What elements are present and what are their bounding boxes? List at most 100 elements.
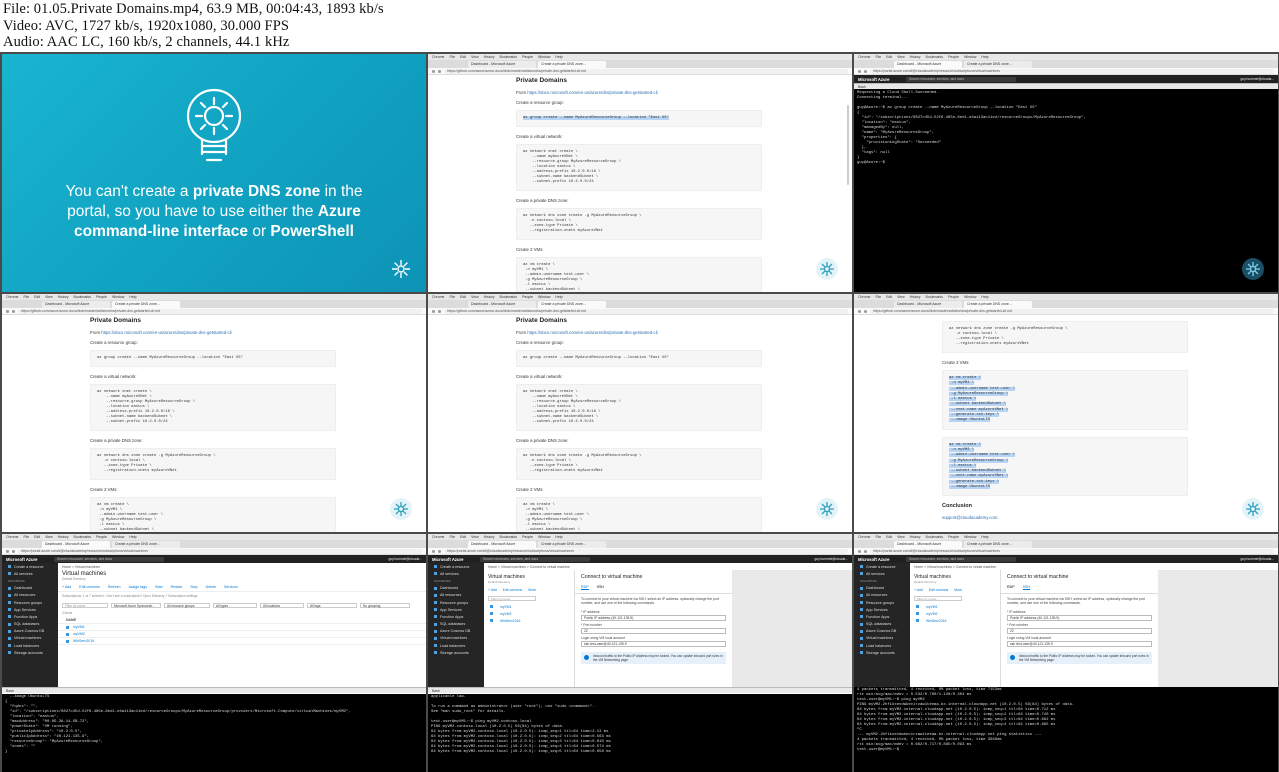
sidebar-item[interactable]: Virtual machines [854, 635, 910, 642]
browser-tab-active[interactable]: Create a private DNS zone... [538, 301, 606, 308]
sidebar-item[interactable]: All services [428, 570, 484, 577]
add-button[interactable]: + Add [914, 588, 923, 592]
add-button[interactable]: + Add [488, 588, 497, 592]
tab-rdp[interactable]: RDP [581, 585, 589, 590]
azure-search-input[interactable]: Search resources, services, and docs [906, 76, 1016, 82]
filter-subscription[interactable]: Microsoft Azure Sponsorsh... [111, 603, 161, 608]
browser-tab-active[interactable]: Dashboard - Microsoft Azure [468, 541, 536, 548]
url-input[interactable]: https://github.com/azure/azure-docs/blob… [870, 308, 1274, 314]
sidebar-item[interactable]: Function Apps [854, 613, 910, 620]
forward-icon[interactable] [438, 309, 441, 313]
sidebar-item[interactable]: Virtual machines [428, 635, 484, 642]
azure-user[interactable]: guy.hummel@clouda... [814, 557, 848, 561]
stop-button[interactable]: Stop [190, 585, 197, 589]
filter-name-input[interactable]: Filter by name... [914, 596, 962, 601]
services-button[interactable]: Services [224, 585, 238, 589]
ssh-terminal[interactable]: applicable law. To run a command as admi… [428, 694, 852, 772]
browser-tab-active[interactable]: Dashboard - Microsoft Azure [894, 541, 962, 548]
browser-tab[interactable]: Create a private DNS zone... [538, 541, 606, 548]
more-button[interactable]: More [954, 588, 962, 592]
tab-ssh[interactable]: SSH [597, 585, 604, 590]
browser-tab[interactable]: Create a private DNS zone... [964, 61, 1032, 68]
browser-tab-active[interactable]: Dashboard - Microsoft Azure [894, 61, 962, 68]
azure-brand[interactable]: Microsoft Azure [858, 557, 898, 562]
back-icon[interactable] [858, 69, 861, 73]
sidebar-item[interactable]: All services [2, 570, 58, 577]
forward-icon[interactable] [12, 309, 15, 313]
azure-search-input[interactable]: Search resources, services, and docs [54, 556, 164, 562]
url-input[interactable]: https://github.com/azure/azure-docs/blob… [444, 308, 848, 314]
cloudshell-terminal[interactable]: Requesting a Cloud Shell.Succeeded. Conn… [854, 90, 1278, 292]
list-item[interactable]: myVM1 [484, 603, 574, 610]
url-input[interactable]: https://portal.azure.com/#@cloudacademy/… [444, 548, 848, 554]
back-icon[interactable] [858, 549, 861, 553]
thumb-4-doc[interactable]: Chrome File Edit View History Bookmarks People… [2, 294, 426, 532]
browser-tab[interactable]: Create a private DNS zone... [112, 541, 180, 548]
sidebar-item[interactable]: App Services [854, 606, 910, 613]
tab-ssh[interactable]: SSH [1022, 585, 1030, 590]
sidebar-item[interactable]: Azure Cosmos DB [2, 628, 58, 635]
azure-search-input[interactable]: Search resources, services, and docs [480, 556, 590, 562]
filter-location[interactable]: All locations [260, 603, 304, 608]
sidebar-item[interactable]: Storage accounts [428, 649, 484, 656]
azure-brand[interactable]: Microsoft Azure [6, 557, 46, 562]
sidebar-item[interactable]: Virtual machines [2, 635, 58, 642]
thumb-8-connect[interactable]: Chrome File Edit View History Bookmarks People… [428, 534, 852, 772]
url-input[interactable]: https://portal.azure.com/#@cloudacademy/… [870, 68, 1274, 74]
azure-brand[interactable]: Microsoft Azure [858, 77, 898, 82]
sidebar-item[interactable]: App Services [428, 606, 484, 613]
sidebar-item[interactable]: Load balancers [854, 642, 910, 649]
thumb-7-portal-vms[interactable]: Chrome File Edit View History Bookmarks People… [2, 534, 426, 772]
forward-icon[interactable] [12, 549, 15, 553]
list-item[interactable]: WinServ2016 [484, 617, 574, 624]
thumb-1-slide[interactable]: You can't create a private DNS zone in t… [2, 54, 426, 292]
back-icon[interactable] [6, 549, 9, 553]
sidebar-item[interactable]: Azure Cosmos DB [428, 628, 484, 635]
thumb-3-cloudshell[interactable]: Chrome File Edit View History Bookmarks People… [854, 54, 1278, 292]
browser-tab[interactable]: Dashboard - Microsoft Azure [468, 61, 536, 68]
azure-search-input[interactable]: Search resources, services, and docs [906, 556, 1016, 562]
azure-brand[interactable]: Microsoft Azure [432, 557, 472, 562]
sidebar-item[interactable]: All resources [854, 592, 910, 599]
doc-source-link[interactable]: https://docs.microsoft.com/en-us/azure/d… [527, 330, 657, 335]
doc-source-link[interactable]: https://docs.microsoft.com/en-us/azure/d… [101, 330, 231, 335]
sidebar-item[interactable]: All services [854, 570, 910, 577]
browser-tab-active[interactable]: Dashboard - Microsoft Azure [42, 541, 110, 548]
forward-icon[interactable] [864, 309, 867, 313]
filter-resource-group[interactable]: All resource groups [164, 603, 210, 608]
assign-tags-button[interactable]: Assign tags [128, 585, 147, 589]
browser-tab-active[interactable]: Create a private DNS zone... [964, 301, 1032, 308]
edit-columns-button[interactable]: Edit columns [503, 588, 522, 592]
support-link[interactable]: support@cloudacademy.com [942, 515, 997, 520]
forward-icon[interactable] [864, 69, 867, 73]
scrollbar[interactable] [847, 105, 849, 185]
edit-columns-button[interactable]: Edit columns [929, 588, 948, 592]
forward-icon[interactable] [438, 69, 441, 73]
url-input[interactable]: https://github.com/azure/azure-docs/blob… [18, 308, 422, 314]
thumb-6-doc-vms[interactable]: Chrome File Edit View History Bookmarks People… [854, 294, 1278, 532]
sidebar-item[interactable]: App Services [2, 606, 58, 613]
table-row[interactable]: myVM2 [58, 631, 426, 638]
delete-button[interactable]: Delete [206, 585, 216, 589]
url-input[interactable]: https://github.com/azure/azure-docs/blob… [444, 68, 848, 74]
list-item[interactable]: WinServ2016 [910, 617, 1000, 624]
sidebar-item[interactable]: Create a resource [2, 563, 58, 570]
filter-type[interactable]: All types [213, 603, 257, 608]
filter-grouping[interactable]: No grouping [360, 603, 410, 608]
sidebar-item[interactable]: Function Apps [2, 613, 58, 620]
doc-source-link[interactable]: https://docs.microsoft.com/en-us/azure/d… [527, 90, 657, 95]
browser-tab[interactable]: Dashboard - Microsoft Azure [468, 301, 536, 308]
sidebar-item[interactable]: Dashboard [2, 585, 58, 592]
back-icon[interactable] [432, 549, 435, 553]
browser-tab[interactable]: Dashboard - Microsoft Azure [42, 301, 110, 308]
sidebar-item[interactable]: Create a resource [854, 563, 910, 570]
thumb-2-doc[interactable]: Chrome File Edit View History Bookmarks People… [428, 54, 852, 292]
sidebar-item[interactable]: Load balancers [428, 642, 484, 649]
filter-name-input[interactable]: Filter by name... [488, 596, 536, 601]
restart-button[interactable]: Restart [171, 585, 183, 589]
start-button[interactable]: Start [155, 585, 163, 589]
sidebar-item[interactable]: Dashboard [428, 585, 484, 592]
back-icon[interactable] [858, 309, 861, 313]
azure-user[interactable]: guy.hummel@clouda... [1240, 557, 1274, 561]
tab-rdp[interactable]: RDP [1007, 585, 1015, 590]
